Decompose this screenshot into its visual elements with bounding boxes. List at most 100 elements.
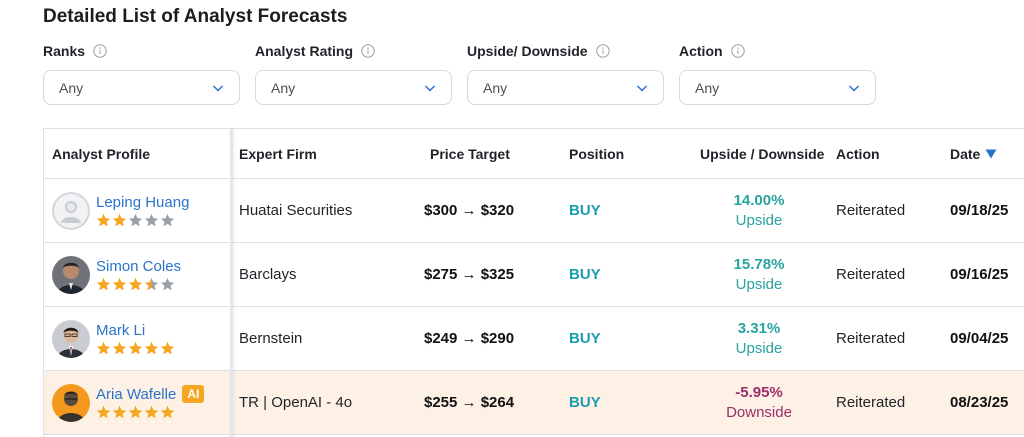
upside-label: Upside	[735, 275, 783, 293]
price-target: $255 → $264	[424, 394, 515, 411]
date-text: 09/18/25	[950, 202, 1009, 219]
star-icon	[144, 213, 159, 226]
star-icon	[144, 341, 159, 354]
star-icon	[112, 213, 127, 226]
info-icon[interactable]	[93, 44, 107, 58]
position-badge: BUY	[569, 394, 601, 411]
star-icon	[112, 277, 127, 290]
star-icon	[128, 277, 143, 290]
expert-firm: Barclays	[239, 266, 297, 283]
price-target: $300 → $320	[424, 202, 515, 219]
info-icon[interactable]	[595, 44, 610, 58]
star-icon	[96, 277, 111, 290]
action-select[interactable]: Any	[679, 70, 876, 105]
price-target: $249 → $290	[424, 330, 515, 347]
header-expert-firm[interactable]: Expert Firm	[239, 146, 317, 162]
action-text: Reiterated	[836, 266, 906, 283]
table-header: Analyst Profile Expert Firm Price Target…	[44, 129, 1024, 179]
sort-descending-icon[interactable]	[985, 149, 997, 159]
analyst-profile: Simon Coles	[52, 255, 181, 294]
filter-analyst-rating: Analyst Rating Any	[255, 40, 452, 105]
star-icon	[144, 405, 159, 419]
header-price-target[interactable]: Price Target	[430, 146, 510, 162]
expert-firm: TR | OpenAI - 4o	[239, 394, 353, 411]
column-divider	[230, 129, 233, 437]
chevron-down-icon	[423, 81, 437, 95]
date-text: 09/16/25	[950, 266, 1009, 283]
table-row: Leping Huang Huatai Securities $300 → $3…	[44, 179, 1024, 243]
table-row: Simon Coles Barclays $275 → $325 BUY 15.…	[44, 243, 1024, 307]
upside-label: Upside	[735, 339, 783, 357]
page-title: Detailed List of Analyst Forecasts	[43, 6, 348, 27]
upside-value: 14.00%	[733, 191, 785, 209]
select-value: Any	[271, 79, 296, 96]
avatar[interactable]	[52, 255, 90, 294]
avatar[interactable]	[52, 191, 90, 230]
upside-value: 15.78%	[733, 255, 785, 273]
chevron-down-icon	[211, 81, 225, 95]
action-text: Reiterated	[836, 330, 906, 347]
header-position[interactable]: Position	[569, 146, 624, 162]
position-badge: BUY	[569, 330, 601, 347]
star-rating	[96, 341, 176, 356]
analyst-profile: Leping Huang	[52, 191, 189, 230]
analyst-rating-select[interactable]: Any	[255, 70, 452, 105]
action-text: Reiterated	[836, 202, 906, 219]
header-date[interactable]: Date	[950, 146, 997, 162]
chevron-down-icon	[635, 81, 649, 95]
downside-label: Downside	[726, 403, 792, 421]
analyst-name-link[interactable]: Leping Huang	[96, 194, 189, 211]
action-text: Reiterated	[836, 394, 906, 411]
star-icon	[128, 341, 143, 354]
position-badge: BUY	[569, 202, 601, 219]
ranks-select[interactable]: Any	[43, 70, 240, 105]
header-action[interactable]: Action	[836, 146, 880, 162]
analyst-name-link[interactable]: Mark Li	[96, 322, 145, 339]
star-icon	[160, 405, 175, 419]
table-row: Mark Li Bernstein $249 → $290 BUY 3.31% …	[44, 307, 1024, 371]
downside-value: -5.95%	[735, 383, 783, 401]
expert-firm: Bernstein	[239, 330, 303, 347]
analyst-profile: Aria Wafelle AI	[52, 383, 205, 422]
analyst-name-link[interactable]: Aria Wafelle	[96, 386, 176, 403]
select-value: Any	[483, 79, 508, 96]
star-icon	[160, 341, 175, 354]
filter-action: Action Any	[679, 40, 876, 105]
upside-label: Upside	[735, 211, 783, 229]
avatar[interactable]	[52, 319, 90, 358]
star-icon	[160, 277, 175, 290]
filter-upside-downside: Upside/ Downside Any	[467, 40, 664, 105]
filters-bar: Ranks Any Analyst Rating Any Upside/ Dow…	[43, 40, 1023, 110]
header-date-label: Date	[950, 145, 981, 162]
filter-label: Analyst Rating	[255, 43, 354, 59]
select-value: Any	[59, 79, 84, 96]
price-target: $275 → $325	[424, 266, 515, 283]
star-icon	[128, 213, 143, 226]
star-icon	[160, 213, 175, 226]
chevron-down-icon	[847, 81, 861, 95]
star-icon	[112, 405, 127, 419]
forecasts-table: Analyst Profile Expert Firm Price Target…	[43, 128, 1024, 437]
date-text: 08/23/25	[950, 394, 1009, 411]
upside-downside: 14.00% Upside	[694, 191, 824, 231]
table-row: Aria Wafelle AI TR | OpenAI - 4o $255 → …	[44, 371, 1024, 435]
avatar[interactable]	[52, 383, 90, 422]
upside-downside: 3.31% Upside	[694, 319, 824, 359]
star-icon	[96, 213, 111, 226]
star-icon	[112, 341, 127, 354]
filter-label: Ranks	[43, 43, 86, 59]
star-icon	[144, 277, 159, 290]
info-icon[interactable]	[730, 44, 745, 58]
star-rating	[96, 213, 189, 228]
info-icon[interactable]	[361, 44, 375, 58]
filter-label: Action	[679, 43, 723, 59]
header-upside-downside[interactable]: Upside / Downside	[700, 146, 824, 162]
analyst-profile: Mark Li	[52, 319, 176, 358]
analyst-name-link[interactable]: Simon Coles	[96, 258, 181, 275]
star-rating	[96, 277, 181, 292]
header-analyst-profile[interactable]: Analyst Profile	[52, 146, 150, 162]
star-icon	[96, 405, 111, 419]
upside-downside-select[interactable]: Any	[467, 70, 664, 105]
upside-downside: -5.95% Downside	[694, 383, 824, 423]
position-badge: BUY	[569, 266, 601, 283]
